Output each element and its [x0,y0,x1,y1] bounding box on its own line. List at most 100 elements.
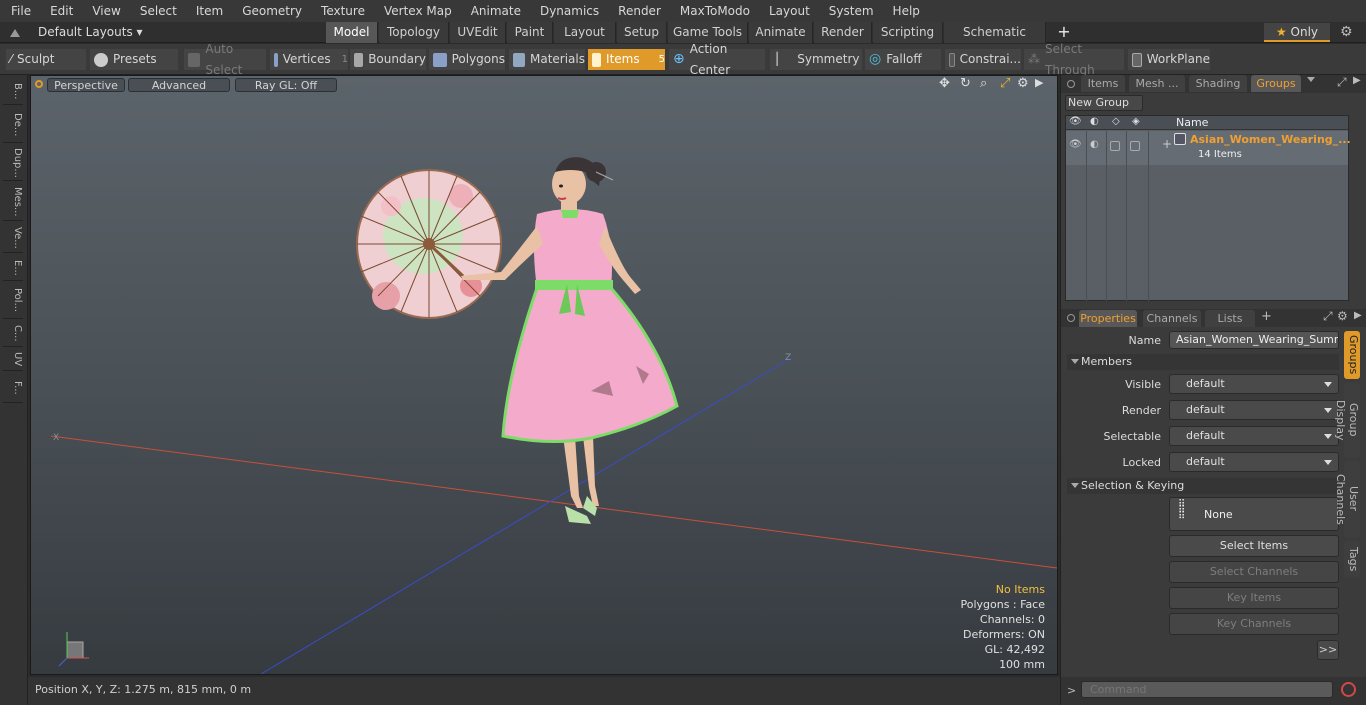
tab-setup[interactable]: Setup [617,22,667,43]
name-field[interactable]: Asian_Women_Wearing_Summer [1169,331,1339,349]
left-tab-fusion[interactable]: F... [3,373,23,403]
key-items-button[interactable]: Key Items [1169,587,1339,609]
left-tab-uv[interactable]: UV [3,349,23,371]
new-group-button[interactable]: New Group [1065,95,1143,111]
menu-geometry[interactable]: Geometry [231,0,310,22]
side-tab-group-display[interactable]: Group Display [1334,383,1360,457]
menu-dynamics[interactable]: Dynamics [529,0,607,22]
workplane-button[interactable]: WorkPlane [1128,49,1210,70]
menu-system[interactable]: System [818,0,882,22]
panel-arrow-icon[interactable]: ▶ [1353,75,1361,86]
menu-render[interactable]: Render [607,0,669,22]
boundary-button[interactable]: Boundary [350,49,426,70]
row-select-checkbox[interactable] [1110,141,1120,151]
menu-edit[interactable]: Edit [39,0,81,22]
tab-model[interactable]: Model [326,22,378,43]
panel-arrow-icon[interactable]: ▶ [1354,310,1362,321]
left-tab-mesh[interactable]: Mes... [3,183,23,221]
collapse-icon[interactable] [10,27,20,37]
expand-icon[interactable]: ⤢ [1337,75,1347,90]
tab-topology[interactable]: Topology [379,22,449,43]
left-tab-polygon[interactable]: Pol... [3,283,23,319]
layout-selector[interactable]: Default Layouts ▾ [38,22,143,43]
materials-button[interactable]: Materials [509,49,585,70]
menu-layout[interactable]: Layout [758,0,818,22]
locked-dropdown[interactable]: default [1169,452,1339,472]
select-column-icon[interactable]: ◇ [1112,116,1120,127]
tab-uvedit[interactable]: UVEdit [450,22,506,43]
gear-icon[interactable]: ⚙ [1340,24,1356,40]
menu-texture[interactable]: Texture [310,0,373,22]
vertices-button[interactable]: Vertices 1 [270,49,348,70]
visible-dropdown[interactable]: default [1169,374,1339,394]
falloff-button[interactable]: ◎ Falloff [865,49,941,70]
more-button[interactable]: >> [1317,640,1339,660]
add-tab-icon[interactable]: + [1261,309,1272,324]
side-tab-tags[interactable]: Tags [1344,541,1360,577]
members-section[interactable]: Members [1067,354,1339,370]
row-render-icon[interactable]: ◐ [1090,139,1099,150]
only-toggle[interactable]: ★ Only [1264,23,1330,42]
menu-vertex-map[interactable]: Vertex Map [373,0,460,22]
side-tab-groups[interactable]: Groups [1344,331,1360,379]
auto-select-button[interactable]: Auto Select [184,42,266,77]
tab-shading[interactable]: Shading [1189,75,1247,92]
polygons-button[interactable]: Polygons [429,49,505,70]
action-center-button[interactable]: ⊕ Action Center [669,42,765,77]
menu-select[interactable]: Select [129,0,185,22]
symmetry-button[interactable]: ⎮ Symmetry [770,49,862,70]
side-tab-user-channels[interactable]: User Channels [1334,461,1360,537]
menu-maxtomodo[interactable]: MaxToModo [669,0,758,22]
panel-dot-icon[interactable] [1067,80,1075,88]
select-channels-button[interactable]: Select Channels [1169,561,1339,583]
left-tab-vertex[interactable]: Ve... [3,223,23,253]
sculpt-button[interactable]: ⁄ Sculpt [6,49,86,70]
presets-button[interactable]: Presets [90,49,178,70]
select-through-button[interactable]: ⁂ Select Through [1024,42,1124,77]
tab-mesh[interactable]: Mesh ... [1129,75,1185,92]
group-row[interactable]: 👁 ◐ + Asian_Women_Wearing_... 14 Items [1066,131,1351,165]
tab-layout[interactable]: Layout [554,22,616,43]
3d-viewport[interactable]: Perspective Advanced Ray GL: Off ✥ ↻ ⌕ ⤢… [30,75,1058,675]
tab-render[interactable]: Render [814,22,872,43]
none-button[interactable]: ⠿ ⠿ ⠿ None [1169,497,1339,531]
panel-dot-icon[interactable] [1067,314,1075,322]
row-visible-icon[interactable]: 👁 [1069,139,1082,150]
selection-keying-section[interactable]: Selection & Keying [1067,478,1339,494]
expand-icon[interactable]: ⤢ [1323,309,1333,324]
left-tab-deform[interactable]: De... [3,107,23,143]
group-name[interactable]: Asian_Women_Wearing_... [1190,133,1351,146]
tab-schematic-fusion[interactable]: Schematic Fusion [944,22,1046,60]
expand-row-icon[interactable]: + [1162,137,1172,151]
record-icon[interactable] [1341,682,1356,697]
group-list[interactable]: 👁 ◐ ◇ ◈ Name 👁 ◐ + Asian_Women_Wearing_.… [1065,115,1351,301]
key-channels-button[interactable]: Key Channels [1169,613,1339,635]
select-items-button[interactable]: Select Items [1169,535,1339,557]
command-input[interactable] [1081,681,1333,698]
render-dropdown[interactable]: default [1169,400,1339,420]
gear-icon[interactable]: ⚙ [1337,309,1348,323]
tab-properties[interactable]: Properties [1079,310,1137,327]
left-tab-curve[interactable]: C... [3,321,23,347]
selectable-dropdown[interactable]: default [1169,426,1339,446]
row-lock-checkbox[interactable] [1130,141,1140,151]
lock-column-icon[interactable]: ◈ [1132,116,1140,127]
render-column-icon[interactable]: ◐ [1090,116,1099,127]
tab-paint[interactable]: Paint [507,22,553,43]
menu-animate[interactable]: Animate [460,0,529,22]
menu-file[interactable]: File [0,0,39,22]
tab-groups[interactable]: Groups [1251,75,1301,92]
constraints-button[interactable]: Constrai... [945,49,1021,70]
menu-item[interactable]: Item [185,0,231,22]
items-button[interactable]: Items 5 [588,49,665,70]
left-tab-edge[interactable]: E... [3,255,23,281]
tab-dropdown-icon[interactable] [1307,77,1315,82]
left-tab-duplicate[interactable]: Dup... [3,145,23,181]
tab-scripting[interactable]: Scripting [873,22,943,43]
left-tab-basic[interactable]: B... [3,79,23,105]
menu-view[interactable]: View [81,0,128,22]
visibility-column-icon[interactable]: 👁 [1069,116,1082,127]
tab-items[interactable]: Items [1081,75,1125,92]
tab-lists[interactable]: Lists [1205,310,1255,327]
tab-channels[interactable]: Channels [1143,310,1201,327]
